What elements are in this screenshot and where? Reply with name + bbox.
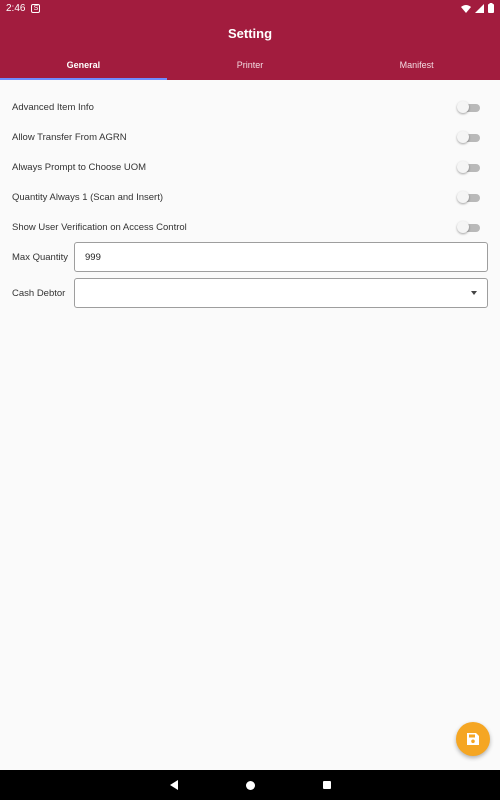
- signal-icon: [475, 3, 484, 13]
- tab-bar: General Printer Manifest: [0, 54, 500, 80]
- tab-manifest[interactable]: Manifest: [333, 54, 500, 80]
- back-icon[interactable]: [169, 780, 178, 790]
- quantity-always-1-switch[interactable]: [457, 191, 480, 203]
- tab-printer[interactable]: Printer: [167, 54, 334, 80]
- status-time: 2:46: [6, 2, 26, 14]
- status-bar: 2:46 S: [0, 0, 500, 16]
- tab-general[interactable]: General: [0, 54, 167, 80]
- wifi-icon: [461, 4, 471, 13]
- save-icon: [467, 733, 479, 745]
- chevron-down-icon: [471, 291, 477, 295]
- save-button[interactable]: [456, 722, 490, 756]
- setting-advanced-item-info: Advanced Item Info: [12, 92, 488, 122]
- max-quantity-row: Max Quantity 999: [12, 242, 488, 272]
- setting-label: Always Prompt to Choose UOM: [12, 161, 147, 173]
- setting-label: Allow Transfer From AGRN: [12, 131, 127, 143]
- cash-debtor-label: Cash Debtor: [12, 287, 66, 299]
- sim-notification-icon: S: [31, 3, 41, 13]
- page-title: Setting: [227, 26, 273, 41]
- setting-show-user-verification: Show User Verification on Access Control: [12, 212, 488, 242]
- always-prompt-uom-switch[interactable]: [457, 161, 480, 173]
- battery-icon: [488, 3, 494, 13]
- cash-debtor-dropdown[interactable]: [74, 278, 488, 308]
- app-bar: Setting General Printer Manifest: [0, 16, 500, 80]
- setting-allow-transfer-agrn: Allow Transfer From AGRN: [12, 122, 488, 152]
- max-quantity-label: Max Quantity: [12, 251, 68, 263]
- cash-debtor-row: Cash Debtor: [12, 278, 488, 308]
- show-user-verification-switch[interactable]: [457, 221, 480, 233]
- allow-transfer-agrn-switch[interactable]: [457, 131, 480, 143]
- home-icon[interactable]: [245, 780, 255, 790]
- setting-label: Advanced Item Info: [12, 101, 94, 113]
- recents-icon[interactable]: [322, 781, 331, 789]
- advanced-item-info-switch[interactable]: [457, 101, 480, 113]
- max-quantity-input[interactable]: 999: [74, 242, 488, 272]
- setting-always-prompt-uom: Always Prompt to Choose UOM: [12, 152, 488, 182]
- status-icons: [461, 3, 494, 13]
- setting-quantity-always-1: Quantity Always 1 (Scan and Insert): [12, 182, 488, 212]
- system-nav-bar: [0, 770, 500, 800]
- setting-label: Quantity Always 1 (Scan and Insert): [12, 191, 164, 203]
- setting-label: Show User Verification on Access Control: [12, 221, 187, 233]
